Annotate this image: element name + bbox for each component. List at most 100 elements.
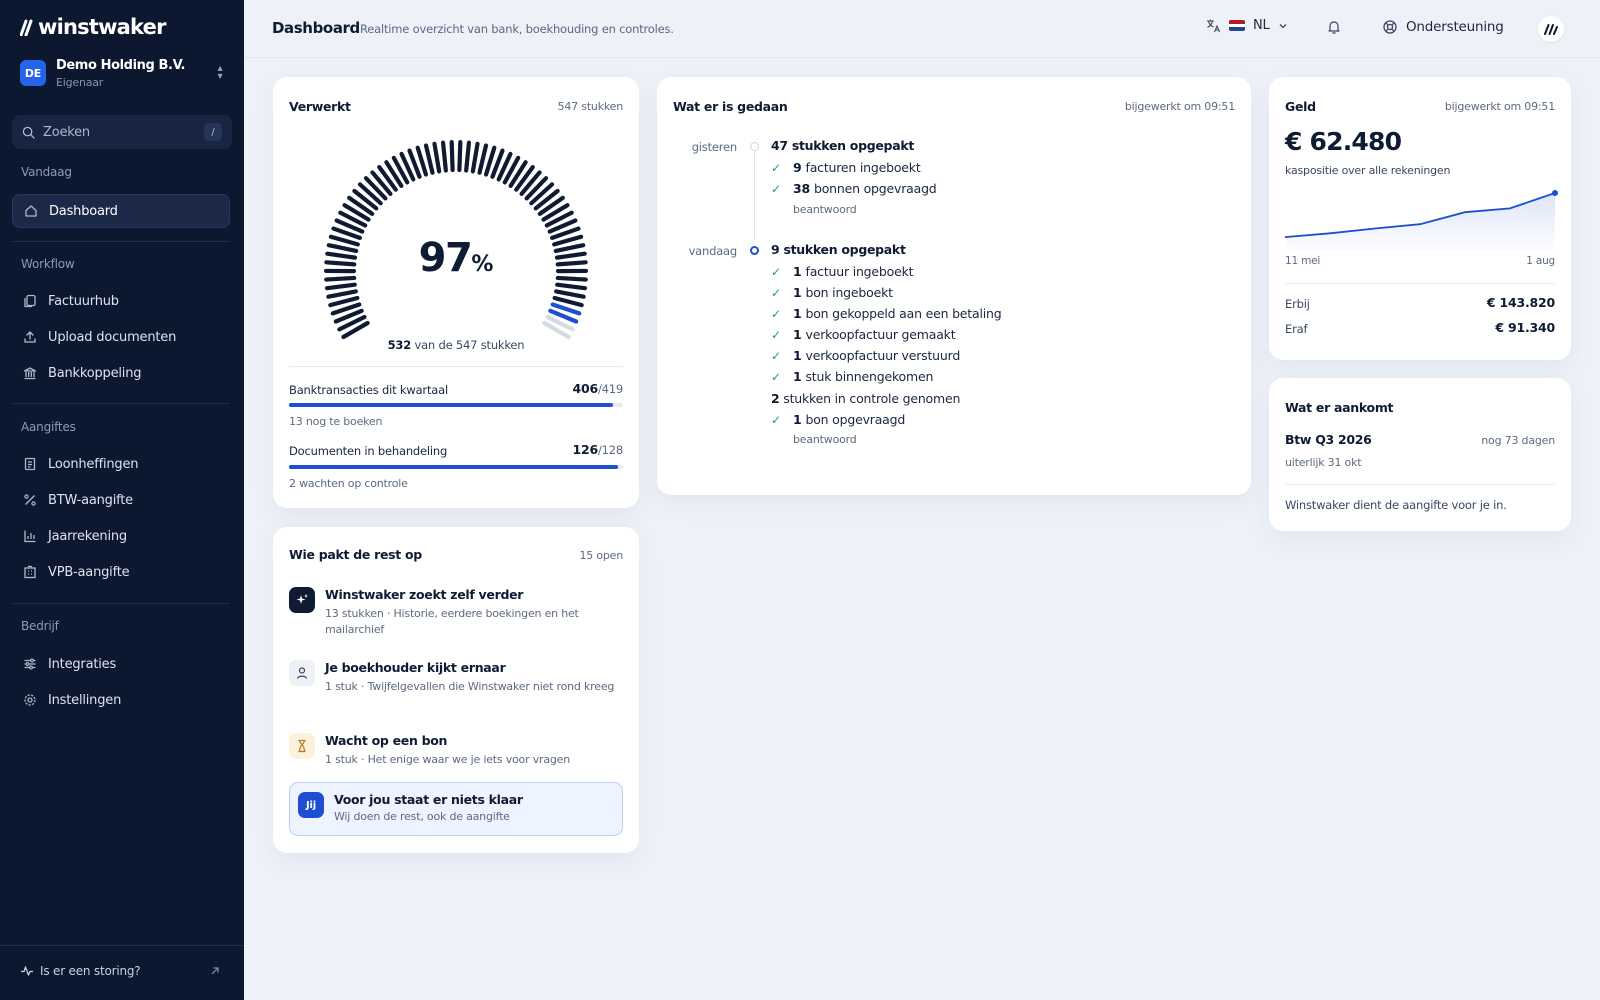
section-title-aangiftes: Aangiftes [21,420,76,434]
card-title: Wie pakt de rest op [289,547,422,562]
user-icon [289,660,315,686]
item-text: stukken in controle genomen [783,391,961,406]
sidebar-item-jaarrekening[interactable]: Jaarrekening [12,519,230,553]
language-switcher[interactable]: NL [1206,18,1288,33]
task-item[interactable]: Wacht op een bon 1 stuk · Het enige waar … [289,733,623,768]
lifebuoy-icon [1383,20,1397,34]
sidebar-item-btw-aangifte[interactable]: BTW-aangifte [12,483,230,517]
sidebar-item-vpb-aangifte[interactable]: VPB-aangifte [12,555,230,589]
card-title: Verwerkt [289,99,351,114]
sidebar-item-loonheffingen[interactable]: Loonheffingen [12,447,230,481]
user-avatar[interactable] [1538,16,1564,42]
card-title: Wat er aankomt [1285,400,1394,415]
gauge-tick [464,140,472,173]
progress-count: 406 [572,381,598,396]
topbar: Dashboard Realtime overzicht van bank, b… [244,0,1600,58]
timeline-note: beantwoord [793,203,857,216]
page-title: Dashboard [272,19,360,37]
task-item[interactable]: Je boekhouder kijkt ernaar 1 stuk · Twijf… [289,660,623,695]
gauge-tick [328,295,360,308]
card-meta: bijgewerkt om 09:51 [1444,100,1555,113]
timeline-item: ✓ 1 factuur ingeboekt [771,264,914,279]
progress-value: 406/419 [572,381,623,396]
check-icon: ✓ [771,306,781,321]
status-link[interactable]: Is er een storing? [20,964,220,978]
bar-chart-icon [22,528,38,544]
timeline-item: ✓ 1 bon gekoppeld aan een betaling [771,306,1002,321]
item-text: facturen ingeboekt [805,160,921,175]
gauge-tick [326,289,358,299]
cash-amount-sub: kaspositie over alle rekeningen [1285,164,1451,177]
progress-sub: 13 nog te boeken [289,415,383,428]
remaining-card: Wie pakt de rest op 15 open Winstwaker z… [273,527,639,853]
search-input[interactable]: Zoeken / [12,115,232,149]
timeline-item: ✓ 1 bon ingeboekt [771,285,893,300]
item-count: 2 [771,391,780,406]
card-meta: 547 stukken [557,100,624,113]
bell-icon [1328,21,1340,34]
sidebar-item-upload-documenten[interactable]: Upload documenten [12,320,230,354]
search-icon [22,126,35,139]
support-button[interactable]: Ondersteuning [1382,19,1504,35]
item-count: 1 [793,264,802,279]
timeline-item: ✓ 1 bon opgevraagd [771,412,905,427]
user-badge: Jij [298,792,324,818]
home-icon [23,203,39,219]
sparkle-icon [289,587,315,613]
item-count: 1 [793,285,802,300]
sidebar-item-instellingen[interactable]: Instellingen [12,683,230,717]
upcoming-item-days: nog 73 dagen [1481,434,1555,447]
sidebar-item-bankkoppeling[interactable]: Bankkoppeling [12,356,230,390]
sidebar-item-factuurhub[interactable]: Factuurhub [12,284,230,318]
check-icon: ✓ [771,348,781,363]
translate-icon [1207,19,1221,33]
upcoming-item-deadline: uiterlijk 31 okt [1285,456,1362,469]
timeline-day: vandaag [688,244,738,258]
flag-nl-icon [1229,20,1245,31]
timeline-dot-current [750,246,759,255]
section-title-bedrijf: Bedrijf [21,619,59,633]
check-icon: ✓ [771,327,781,342]
arrow-up-right-icon [211,967,219,975]
sidebar-item-integraties[interactable]: Integraties [12,647,230,681]
progress-total: /128 [597,443,623,457]
timeline-headline: 9 stukken opgepakt [771,242,906,257]
section-title-vandaag: Vandaag [21,165,72,179]
outflow-value: € 91.340 [1495,320,1555,335]
sidebar-item-label: Loonheffingen [48,456,139,472]
upcoming-note: Winstwaker dient de aangifte voor je in. [1285,498,1507,512]
sliders-icon [22,656,38,672]
brand-mark-icon [1544,24,1558,35]
task-item-highlight[interactable]: Jij Voor jou staat er niets klaar Wij doe… [289,782,623,836]
notifications-button[interactable] [1326,19,1342,39]
percent-icon [22,492,38,508]
task-desc: 13 stukken · Historie, eerdere boekingen… [325,607,579,636]
upcoming-item-name[interactable]: Btw Q3 2026 [1285,432,1372,447]
timeline-item: ✓ 1 stuk binnengekomen [771,369,933,384]
divider [289,366,623,367]
activity-card: Wat er is gedaan bijgewerkt om 09:51 gis… [657,77,1251,495]
hourglass-icon [289,733,315,759]
upcoming-card: Wat er aankomt Btw Q3 2026 nog 73 dagen … [1269,378,1571,531]
sidebar-item-dashboard[interactable]: Dashboard [12,194,230,228]
progress-total: /419 [597,382,623,396]
gauge-processed: 532 [387,338,412,352]
item-text: bonnen opgevraagd [814,181,937,196]
org-role: Eigenaar [56,75,104,89]
task-item[interactable]: Winstwaker zoekt zelf verder 13 stukken ·… [289,587,623,638]
status-link-label: Is er een storing? [40,964,141,978]
divider [12,241,230,242]
item-text: bon gekoppeld aan een betaling [805,306,1002,321]
brand-logo[interactable]: winstwaker [20,14,166,40]
gauge-tick [457,139,463,173]
org-switcher[interactable]: DE Demo Holding B.V. Eigenaar ▴ ▾ [20,56,226,90]
gauge-tick [440,140,448,173]
support-label: Ondersteuning [1406,19,1504,35]
progress-value: 126/128 [572,442,623,457]
files-icon [22,293,38,309]
page-subtitle: Realtime overzicht van bank, boekhouding… [360,22,674,36]
gauge-percent: 97% [273,235,639,281]
card-meta: bijgewerkt om 09:51 [1124,100,1235,113]
progress-count: 126 [572,442,598,457]
org-name: Demo Holding B.V. [56,57,186,73]
